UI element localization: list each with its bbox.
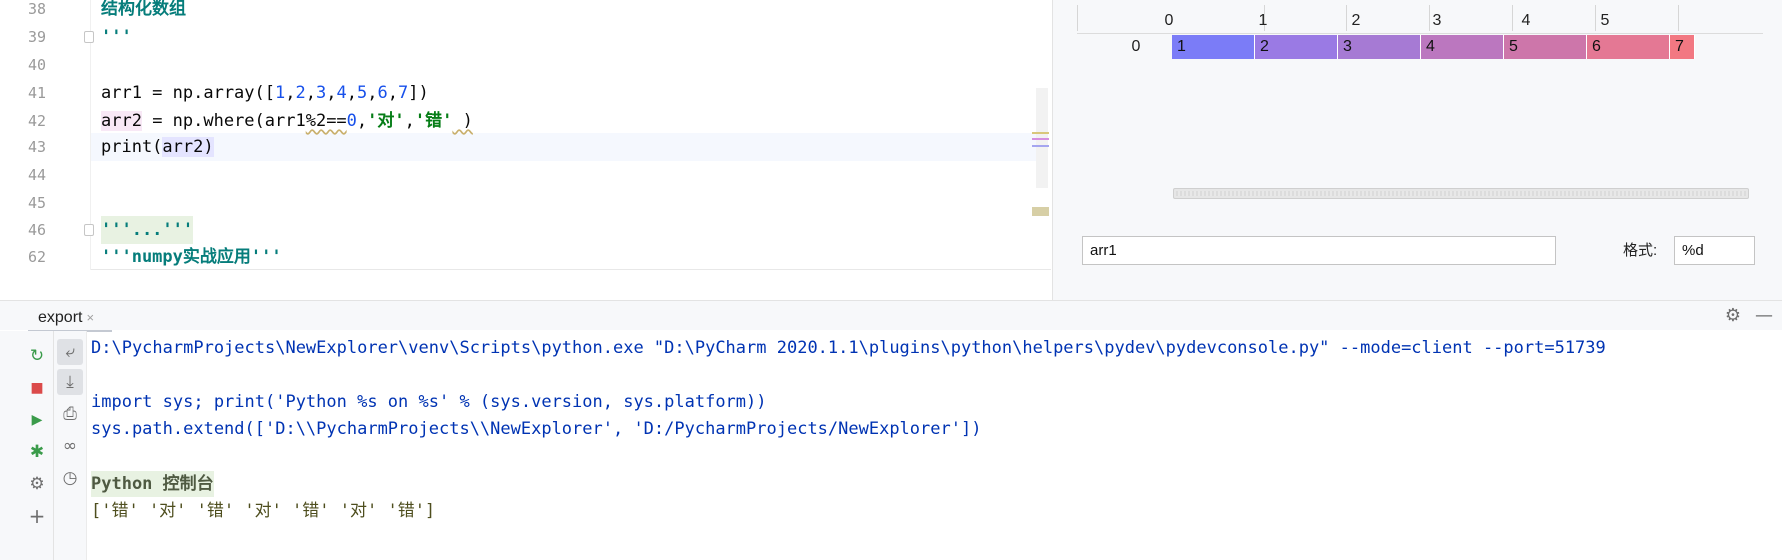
slice-expression-input[interactable] [1082,236,1556,265]
warning-stripe[interactable] [1032,132,1049,134]
scroll-to-end-icon[interactable]: ⤓ [57,369,83,395]
code-line[interactable]: 62 '''numpy实战应用''' [0,243,1040,271]
debug-icon[interactable]: ✱ [24,439,50,465]
tab-export[interactable]: export × [28,305,100,331]
column-header[interactable]: 0 [1123,8,1215,34]
stop-icon[interactable]: ■ [24,375,50,401]
code-line[interactable]: 45 [0,189,1040,217]
array-cell[interactable]: 6 [1587,35,1670,59]
code-line[interactable]: 46 '''...''' [0,216,1040,244]
fold-stripe[interactable] [1032,207,1049,216]
gear-icon[interactable]: ⚙ [1723,306,1743,326]
console-tab-bar: export × ⚙ — [0,300,1782,332]
array-cell[interactable]: 7 [1670,35,1695,59]
code-line[interactable]: 41 arr1 = np.array([1,2,3,4,5,6,7]) [0,79,1040,107]
fold-marker-icon[interactable] [84,31,94,43]
code-line[interactable]: 40 [0,51,1040,79]
line-number: 38 [27,0,46,18]
code-line[interactable]: 42 arr2 = np.where(arr1%2==0,'对','错' ) [0,107,1040,135]
line-number: 40 [27,56,46,74]
run-icon[interactable]: ▶ [24,407,50,433]
soft-wrap-icon[interactable]: ⤶ [57,339,83,365]
line-number: 46 [27,221,46,239]
row-header[interactable]: 0 [1121,35,1151,59]
horizontal-scrollbar[interactable] [1173,188,1749,199]
array-viewer-panel: 0 1 2 3 4 5 0 1 2 3 4 5 6 7 格式: [1052,0,1782,300]
code-text: print(arr2) [101,137,214,157]
line-number: 41 [27,84,46,102]
column-header[interactable]: 1 [1217,8,1309,34]
code-text: arr2 = np.where(arr1%2==0,'对','错' ) [101,111,473,131]
history-icon[interactable]: ◷ [57,465,83,491]
print-icon[interactable]: ⎙ [57,401,83,427]
code-text: ''' [101,27,132,47]
column-header[interactable]: 5 [1559,8,1651,34]
code-editor[interactable]: 38 结构化数组 39 ''' 40 41 arr1 = np.array([1… [0,0,1051,270]
code-line-current[interactable]: 43 print(arr2) [0,133,1040,161]
code-text: arr1 = np.array([1,2,3,4,5,6,7]) [101,83,429,103]
usage-stripe[interactable] [1032,145,1049,147]
array-cell[interactable]: 2 [1255,35,1338,59]
console-toolbar: ↻ ■ ▶ ✱ ⚙ + [20,331,54,560]
console-output-line: D:\PycharmProjects\NewExplorer\venv\Scri… [91,338,1606,358]
minimize-icon[interactable]: — [1754,306,1774,326]
code-line[interactable]: 39 ''' [0,23,1040,51]
console-result-line: ['错' '对' '错' '对' '错' '对' '错'] [91,501,436,521]
line-number: 42 [27,112,46,130]
code-text: 结构化数组 [101,0,186,19]
column-divider [1077,5,1078,31]
python-console: export × ⚙ — ↻ ■ ▶ ✱ ⚙ + ⤶ ⤓ ⎙ ∞ ◷ D:\Pyc… [0,300,1782,560]
add-icon[interactable]: + [24,503,50,529]
array-cell[interactable]: 5 [1504,35,1587,59]
line-number: 44 [27,166,46,184]
left-strip [0,331,20,560]
settings-icon[interactable]: ⚙ [24,471,50,497]
show-variables-icon[interactable]: ∞ [57,433,83,459]
code-text: '''numpy实战应用''' [101,247,282,267]
folded-code[interactable]: '''...''' [101,216,194,244]
fold-marker-icon[interactable] [84,224,94,236]
header-rule [1077,33,1763,34]
console-input-line: sys.path.extend(['D:\\PycharmProjects\\N… [91,419,982,439]
close-icon[interactable]: × [86,310,94,325]
array-cell[interactable]: 4 [1421,35,1504,59]
column-header[interactable]: 2 [1310,8,1402,34]
column-header[interactable]: 3 [1391,8,1483,34]
line-number: 39 [27,28,46,46]
console-banner: Python 控制台 [91,471,214,497]
format-label: 格式: [1623,242,1658,259]
format-input[interactable] [1674,236,1755,265]
column-divider[interactable] [1678,5,1679,31]
usage-stripe[interactable] [1032,138,1049,140]
line-number: 45 [27,194,46,212]
array-cell[interactable]: 1 [1172,35,1255,59]
line-number: 62 [27,248,46,266]
console-side-toolbar: ⤶ ⤓ ⎙ ∞ ◷ [54,331,87,560]
code-line[interactable]: 38 结构化数组 [0,0,1040,23]
console-input-line: import sys; print('Python %s on %s' % (s… [91,392,767,412]
line-number: 43 [27,138,46,156]
rerun-icon[interactable]: ↻ [24,343,50,369]
array-cell[interactable]: 3 [1338,35,1421,59]
code-line[interactable]: 44 [0,161,1040,189]
